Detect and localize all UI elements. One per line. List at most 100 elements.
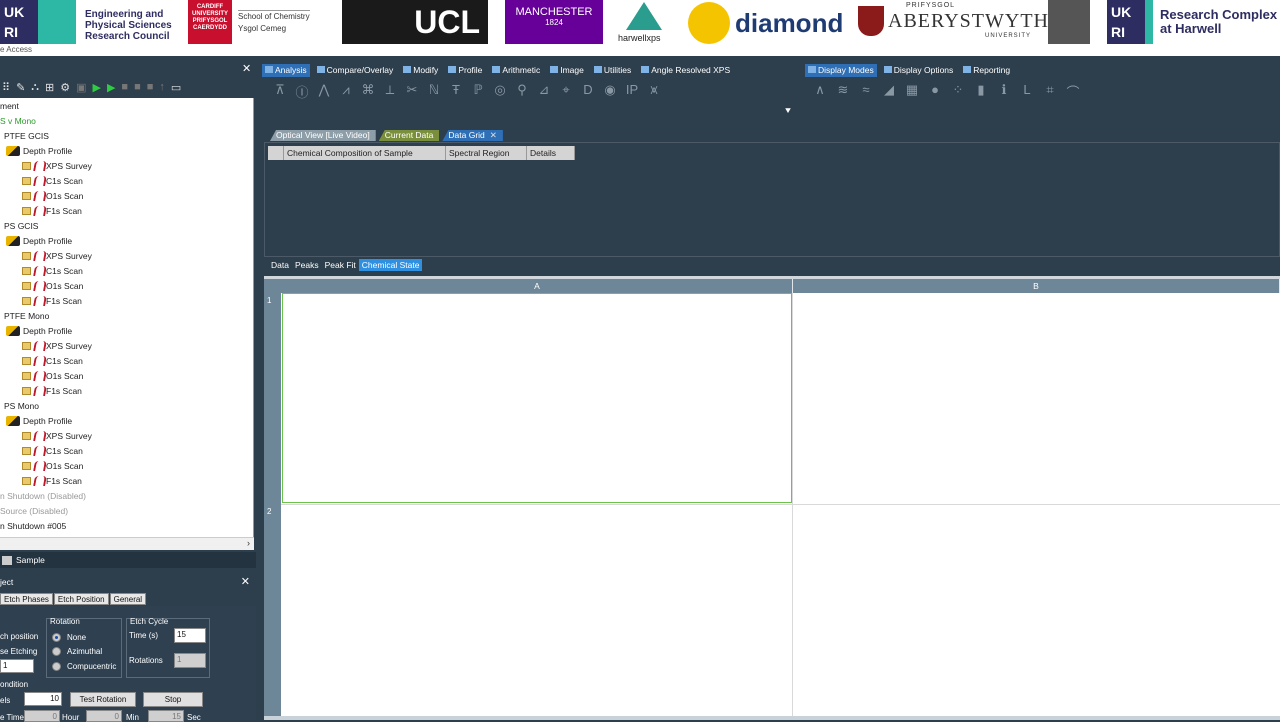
rotation-compucentric-radio[interactable] bbox=[52, 662, 61, 671]
tree-item[interactable]: n Shutdown (Disabled) bbox=[0, 491, 86, 501]
gear-icon[interactable]: ⚙ bbox=[60, 81, 70, 94]
tree-item-depth-profile[interactable]: Depth Profile bbox=[6, 326, 72, 336]
play-all-icon[interactable]: ▶ bbox=[107, 81, 115, 94]
tree-item[interactable]: S v Mono bbox=[0, 116, 36, 126]
tree-horizontal-scrollbar[interactable]: › bbox=[0, 537, 254, 550]
tab-angle-resolved-xps[interactable]: Angle Resolved XPS bbox=[638, 64, 733, 77]
tfa-icon[interactable]: Ŧ bbox=[448, 82, 464, 101]
area-mode-icon[interactable]: ◢ bbox=[881, 82, 897, 101]
tab-data-grid[interactable]: Data Grid ✕ bbox=[442, 130, 503, 141]
tree-item[interactable]: n Shutdown #005 bbox=[0, 521, 66, 531]
peak-id-icon[interactable]: Ⓘ bbox=[294, 82, 310, 101]
tree-item-scan[interactable]: XPS Survey bbox=[22, 341, 92, 351]
grid-header-details[interactable]: Details bbox=[527, 146, 575, 160]
tree-item-scan[interactable]: XPS Survey bbox=[22, 431, 92, 441]
nls-icon[interactable]: ℕ bbox=[426, 82, 442, 101]
ip-icon[interactable]: IP bbox=[624, 82, 640, 101]
bar-mode-icon[interactable]: ▮ bbox=[973, 82, 989, 101]
stop-button[interactable]: Stop bbox=[143, 692, 203, 707]
tree-item-scan[interactable]: XPS Survey bbox=[22, 251, 92, 261]
fit-icon[interactable]: ⌘ bbox=[360, 82, 376, 101]
tab-etch-position[interactable]: Etch Position bbox=[53, 593, 109, 605]
tab-etch-phases[interactable]: Etch Phases bbox=[0, 593, 53, 605]
tree-item[interactable]: PS Mono bbox=[4, 401, 39, 411]
grid-header-spectral-region[interactable]: Spectral Region bbox=[446, 146, 527, 160]
spectrum-icon[interactable]: ⩙ bbox=[646, 82, 662, 101]
tree-item[interactable]: PTFE Mono bbox=[4, 311, 49, 321]
tab-compare-overlay[interactable]: Compare/Overlay bbox=[314, 64, 397, 77]
grid-mode-icon[interactable]: ⌗ bbox=[1042, 82, 1058, 101]
tree-item-scan[interactable]: O1s Scan bbox=[22, 461, 83, 471]
tab-profile[interactable]: Profile bbox=[445, 64, 485, 77]
experiment-tree[interactable]: ment S v Mono PTFE GCIS Depth Profile XPS Su… bbox=[0, 98, 254, 550]
grid-header-chemical-composition[interactable]: Chemical Composition of Sample bbox=[284, 146, 446, 160]
tab-utilities[interactable]: Utilities bbox=[591, 64, 634, 77]
sample-bar[interactable]: Sample bbox=[0, 552, 256, 568]
close-icon[interactable]: ✕ bbox=[490, 130, 497, 140]
tab-general[interactable]: General bbox=[109, 593, 147, 605]
pencil-icon[interactable]: ✎ bbox=[16, 81, 25, 94]
crosshair-icon[interactable]: ⌖ bbox=[558, 82, 574, 101]
tree-item[interactable]: Source (Disabled) bbox=[0, 506, 68, 516]
tree-item-scan[interactable]: F1s Scan bbox=[22, 206, 82, 216]
row-header-2[interactable]: 2 bbox=[267, 507, 271, 516]
tree-item-scan[interactable]: C1s Scan bbox=[22, 356, 83, 366]
test-rotation-button[interactable]: Test Rotation bbox=[70, 692, 136, 707]
book-icon[interactable]: ▭ bbox=[171, 81, 181, 94]
tree-item-scan[interactable]: F1s Scan bbox=[22, 296, 82, 306]
tab-arithmetic[interactable]: Arithmetic bbox=[489, 64, 543, 77]
tab-modify[interactable]: Modify bbox=[400, 64, 441, 77]
column-header-b[interactable]: B bbox=[793, 279, 1280, 293]
line-mode-icon[interactable]: ∧ bbox=[812, 82, 828, 101]
ruler-icon[interactable]: ⊿ bbox=[536, 82, 552, 101]
tab-peaks[interactable]: Peaks bbox=[292, 259, 322, 271]
peak-label-icon[interactable]: ⊼ bbox=[272, 82, 288, 101]
sphere-mode-icon[interactable]: ● bbox=[927, 82, 943, 101]
tab-peak-fit[interactable]: Peak Fit bbox=[322, 259, 359, 271]
close-icon[interactable]: ✕ bbox=[242, 62, 251, 75]
tab-reporting[interactable]: Reporting bbox=[960, 64, 1013, 77]
marker-icon[interactable]: ⟂ bbox=[382, 82, 398, 101]
id-icon[interactable]: ◎ bbox=[492, 82, 508, 101]
tab-image[interactable]: Image bbox=[547, 64, 587, 77]
tree-item-scan[interactable]: C1s Scan bbox=[22, 176, 83, 186]
tab-chemical-state[interactable]: Chemical State bbox=[358, 259, 423, 271]
els-input[interactable]: 10 bbox=[24, 692, 62, 706]
curve-mode-icon[interactable]: ⌒ bbox=[1065, 82, 1081, 101]
tree-item-scan[interactable]: O1s Scan bbox=[22, 281, 83, 291]
tree-item-scan[interactable]: O1s Scan bbox=[22, 191, 83, 201]
tab-display-options[interactable]: Display Options bbox=[881, 64, 957, 77]
background-icon[interactable]: ⩘ bbox=[338, 82, 354, 101]
tab-display-modes[interactable]: Display Modes bbox=[805, 64, 877, 77]
info-icon[interactable]: ℹ bbox=[996, 82, 1012, 101]
tab-analysis[interactable]: Analysis bbox=[262, 64, 310, 77]
magnifier-icon[interactable]: ⚲ bbox=[514, 82, 530, 101]
tree-item-scan[interactable]: XPS Survey bbox=[22, 161, 92, 171]
d-icon[interactable]: D bbox=[580, 82, 596, 101]
rotation-azimuthal-radio[interactable] bbox=[52, 647, 61, 656]
tree-item-scan[interactable]: O1s Scan bbox=[22, 371, 83, 381]
tree-item-scan[interactable]: F1s Scan bbox=[22, 476, 82, 486]
column-header-a[interactable]: A bbox=[282, 279, 793, 293]
tree-item-scan[interactable]: F1s Scan bbox=[22, 386, 82, 396]
grid-icon[interactable]: ⠿ bbox=[2, 81, 10, 94]
peak-add-icon[interactable]: ⋀ bbox=[316, 82, 332, 101]
scissors-icon[interactable]: ✂ bbox=[404, 82, 420, 101]
tree-item-depth-profile[interactable]: Depth Profile bbox=[6, 236, 72, 246]
stack-mode-icon[interactable]: ≈ bbox=[858, 82, 874, 101]
pca-icon[interactable]: ℙ bbox=[470, 82, 486, 101]
etch-value-input[interactable]: 1 bbox=[0, 659, 34, 673]
tab-optical-view[interactable]: Optical View [Live Video] bbox=[270, 130, 376, 141]
tree-item-scan[interactable]: C1s Scan bbox=[22, 266, 83, 276]
close-icon[interactable]: ✕ bbox=[241, 574, 250, 590]
rotation-none-radio[interactable] bbox=[52, 633, 61, 642]
tab-data[interactable]: Data bbox=[268, 259, 292, 271]
scatter-mode-icon[interactable]: ⁘ bbox=[950, 82, 966, 101]
image-mode-icon[interactable]: ▦ bbox=[904, 82, 920, 101]
ribbon-collapse-icon[interactable]: ⯆ bbox=[784, 106, 792, 117]
tree-item-scan[interactable]: C1s Scan bbox=[22, 446, 83, 456]
time-input[interactable]: 15 bbox=[174, 628, 206, 643]
row-header-1[interactable]: 1 bbox=[267, 296, 271, 305]
tree-icon[interactable]: ⛬ bbox=[31, 81, 39, 94]
chevron-right-icon[interactable]: › bbox=[247, 538, 250, 548]
